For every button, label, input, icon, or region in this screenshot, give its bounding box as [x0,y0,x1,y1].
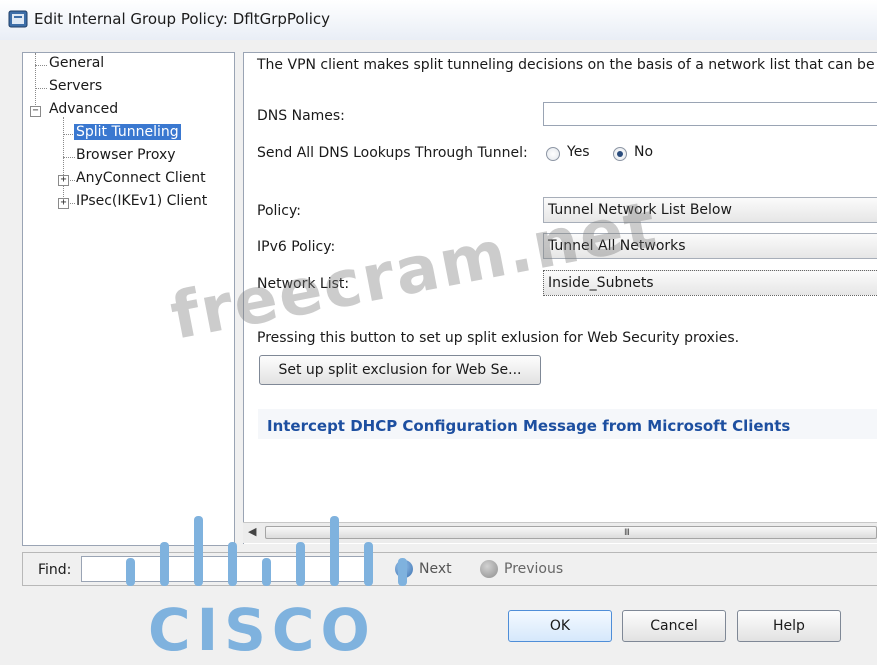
tree-item-label: Servers [49,78,103,94]
policy-label: Policy: [257,203,301,219]
split-exclusion-button[interactable]: Set up split exclusion for Web Se... [259,355,541,385]
cisco-logo-text: CISCO [148,596,376,664]
help-button[interactable]: Help [737,610,841,642]
cancel-button[interactable]: Cancel [622,610,726,642]
tree-item-anyconnect-client[interactable]: AnyConnect Client [74,170,208,186]
expand-icon[interactable]: + [58,198,69,209]
radio-no[interactable] [613,147,627,161]
send-dns-label: Send All DNS Lookups Through Tunnel: [257,145,528,161]
tree-connector [63,117,64,203]
radio-yes[interactable] [546,147,560,161]
exclusion-text: Pressing this button to set up split exl… [257,330,740,346]
cisco-logo-bars [126,516,407,586]
tree-item-split-tunneling[interactable]: Split Tunneling [74,124,181,140]
previous-icon[interactable] [480,560,498,578]
tree-connector [35,65,47,66]
collapse-icon[interactable]: − [30,106,41,117]
radio-no-label[interactable]: No [634,144,653,160]
dns-names-input[interactable] [543,102,877,126]
dns-names-label: DNS Names: [257,108,345,124]
window-title: Edit Internal Group Policy: DfltGrpPolic… [34,10,331,28]
tree-item-label: AnyConnect Client [76,170,206,186]
tree-item-label: IPsec(IKEv1) Client [76,193,208,209]
tree-item-servers[interactable]: Servers [47,78,104,94]
ok-button[interactable]: OK [508,610,612,642]
tree-item-general[interactable]: General [47,55,106,71]
radio-selected-dot [617,151,623,157]
tree-connector [35,88,47,89]
tree-connector [35,53,36,111]
intercept-dhcp-header[interactable]: Intercept DHCP Configuration Message fro… [267,417,790,435]
scrollbar-grip: III [624,528,630,538]
tree-item-browser-proxy[interactable]: Browser Proxy [74,147,178,163]
next-button[interactable]: Next [419,561,452,577]
tree-item-label: Browser Proxy [76,147,176,163]
description-text: The VPN client makes split tunneling dec… [257,57,877,73]
expand-icon[interactable]: + [58,175,69,186]
tree-item-label: General [49,55,105,71]
previous-button[interactable]: Previous [504,561,563,577]
cisco-bars-icon [126,516,407,586]
title-bar: Edit Internal Group Policy: DfltGrpPolic… [0,0,877,41]
tree-item-ipsec-client[interactable]: IPsec(IKEv1) Client [74,193,209,209]
tree-item-label: Split Tunneling [74,124,181,140]
tree-item-advanced[interactable]: Advanced [47,101,120,117]
tree-item-label: Advanced [49,101,119,117]
find-label: Find: [38,562,72,578]
asdm-app-icon [8,10,28,28]
radio-yes-label[interactable]: Yes [567,144,590,160]
